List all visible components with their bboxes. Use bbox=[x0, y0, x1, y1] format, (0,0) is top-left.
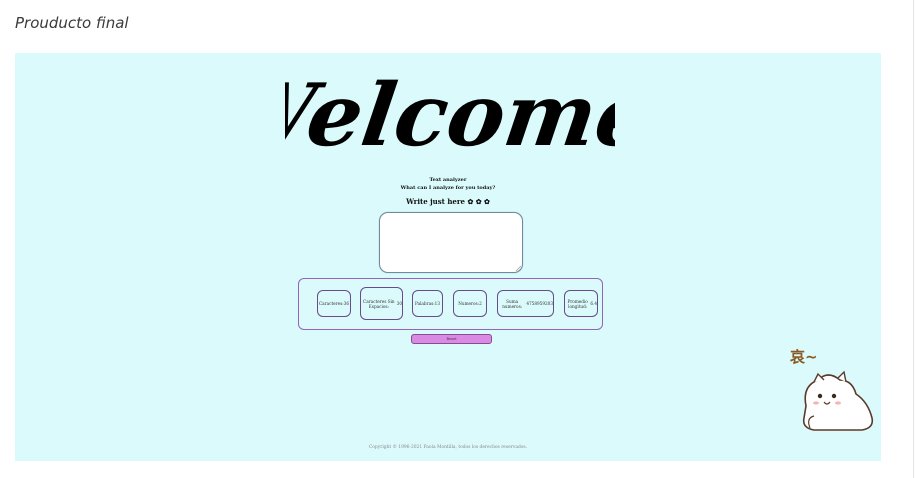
welcome-text: Welcome! bbox=[285, 65, 615, 166]
page-divider bbox=[913, 0, 914, 478]
cat-sticker-icon: 哀~ bbox=[790, 348, 874, 431]
stat-value: 6.4 bbox=[590, 301, 597, 306]
stat-label: Promedio longitud: bbox=[567, 298, 588, 309]
stat-label: Suma numeros: bbox=[502, 298, 523, 309]
resize-handle-icon[interactable] bbox=[515, 265, 521, 271]
stat-numbers: Numeros: 2 bbox=[453, 290, 487, 317]
copyright-footer: Copyright © 1996-2021 Paola Montilla, to… bbox=[368, 445, 528, 450]
write-prompt: Write just here ✿ ✿ ✿ bbox=[406, 197, 490, 206]
stat-value: 36 bbox=[343, 301, 350, 306]
text-input[interactable] bbox=[379, 212, 523, 273]
sticker-text: 哀~ bbox=[790, 348, 818, 366]
stat-label: Palabras: bbox=[414, 301, 435, 306]
app-preview: Welcome! Text analyzer What can I analyz… bbox=[15, 53, 881, 461]
stat-characters: Caracteres: 36 bbox=[317, 290, 351, 317]
stat-label: Numeros: bbox=[458, 301, 480, 306]
stats-panel: Caracteres: 36 Caracteres Sin Espacios: 30… bbox=[298, 278, 603, 330]
analyzer-question: What can I analyze for you today? bbox=[400, 185, 496, 191]
stat-value: 13 bbox=[434, 301, 441, 306]
stat-average-length: Promedio longitud: 6.4 bbox=[564, 290, 598, 317]
stat-label: Caracteres: bbox=[318, 301, 344, 306]
reset-button[interactable]: Reset bbox=[411, 334, 492, 344]
welcome-heading: Welcome! bbox=[285, 65, 615, 166]
stat-words: Palabras: 13 bbox=[412, 290, 443, 317]
stat-value: 30 bbox=[396, 301, 402, 306]
caption: Prouducto final bbox=[15, 14, 129, 32]
stat-value: 4758959203 bbox=[526, 301, 553, 306]
analyzer-title: Text analyzer bbox=[429, 177, 467, 183]
stat-value: 2 bbox=[479, 301, 482, 306]
stat-characters-no-spaces: Caracteres Sin Espacios: 30 bbox=[360, 287, 403, 320]
stat-label: Caracteres Sin Espacios: bbox=[363, 298, 395, 309]
stat-number-sum: Suma numeros: 4758959203 bbox=[497, 290, 554, 317]
